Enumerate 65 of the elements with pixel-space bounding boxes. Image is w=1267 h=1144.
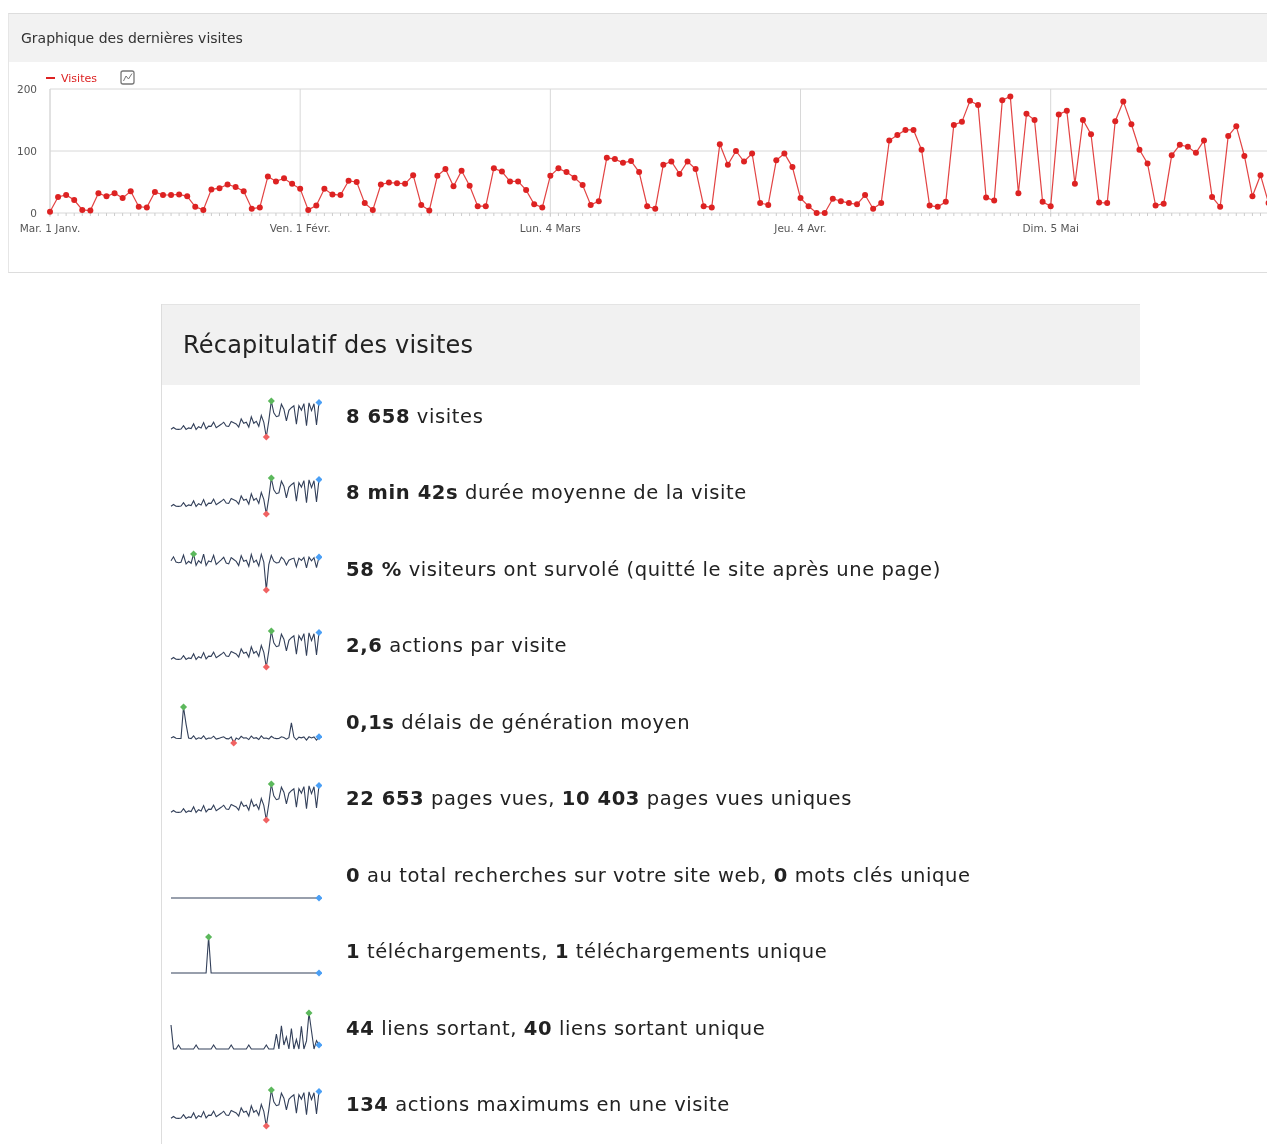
data-point: [1233, 123, 1240, 130]
summary-stat: 58 % visiteurs ont survolé (quitté le site après une page): [346, 557, 941, 581]
summary-stat: 2,6 actions par visite: [346, 634, 568, 658]
x-tick-label: Ven. 1 Févr.: [269, 222, 331, 234]
y-tick-label: 0: [30, 207, 37, 219]
legend-label: Visites: [61, 72, 98, 85]
summary-stat: 8 658 visites: [346, 404, 484, 428]
data-point: [724, 161, 731, 168]
data-point: [628, 157, 635, 164]
x-tick-label: Lun. 4 Mars: [519, 222, 581, 234]
y-tick-label: 100: [16, 145, 37, 157]
summary-stat: 0,1s délais de génération moyen: [346, 710, 691, 734]
data-point: [458, 167, 465, 174]
data-point: [854, 201, 860, 208]
summary-stat: 44 liens sortant, 40 liens sortant unique: [346, 1016, 766, 1040]
data-point: [523, 187, 530, 194]
data-point: [151, 188, 158, 195]
summary-stat: 1 téléchargements, 1 téléchargements unique: [346, 940, 828, 964]
data-point: [1168, 152, 1175, 159]
data-point: [741, 158, 747, 165]
data-point: [636, 169, 643, 176]
data-point: [1112, 118, 1119, 125]
data-point: [1128, 121, 1135, 128]
data-point: [1217, 203, 1224, 210]
data-point: [1136, 146, 1143, 153]
data-point: [394, 180, 400, 187]
data-point: [918, 146, 925, 153]
data-point: [716, 141, 723, 148]
data-point: [1225, 133, 1232, 140]
data-point: [1015, 190, 1022, 197]
x-tick-label: Jeu. 4 Avr.: [774, 222, 827, 234]
data-point: [1088, 131, 1095, 138]
summary-stat: 22 653 pages vues, 10 403 pages vues uniques: [346, 787, 852, 811]
legend-item[interactable]: Visites: [45, 72, 97, 85]
data-point: [1071, 180, 1078, 187]
data-point: [1201, 137, 1207, 144]
data-point: [466, 182, 473, 189]
data-point: [676, 170, 683, 177]
data-point: [1249, 193, 1256, 200]
data-point: [47, 208, 53, 215]
data-point: [450, 183, 457, 190]
data-point: [967, 97, 973, 104]
summary-stat: 8 min 42s durée moyenne de la visite: [346, 481, 747, 505]
panel-title: Récapitulatif des visites: [183, 331, 474, 359]
x-tick-label: Dim. 5 Mai: [1022, 222, 1079, 234]
data-point: [749, 150, 756, 157]
data-point: [1144, 160, 1151, 167]
x-tick-label: Mar. 1 Janv.: [19, 222, 81, 234]
data-point: [1241, 152, 1248, 159]
data-point: [732, 148, 739, 154]
summary-stat: 0 au total recherches sur votre site web, 0 mots clés unique: [346, 863, 971, 887]
panel-title: Graphique des dernières visites: [21, 30, 243, 46]
data-point: [789, 164, 796, 171]
y-tick-label: 200: [16, 83, 37, 95]
data-point: [975, 102, 982, 109]
data-point: [507, 178, 513, 185]
data-point: [515, 178, 522, 185]
data-point: [1079, 117, 1086, 123]
chart-type-icon[interactable]: [120, 70, 135, 85]
data-point: [1120, 98, 1127, 105]
data-point: [862, 192, 869, 198]
summary-stat: 134 actions maximums en une visite: [346, 1093, 730, 1117]
data-point: [1257, 172, 1264, 179]
data-point: [1209, 193, 1216, 200]
data-point: [160, 192, 166, 198]
